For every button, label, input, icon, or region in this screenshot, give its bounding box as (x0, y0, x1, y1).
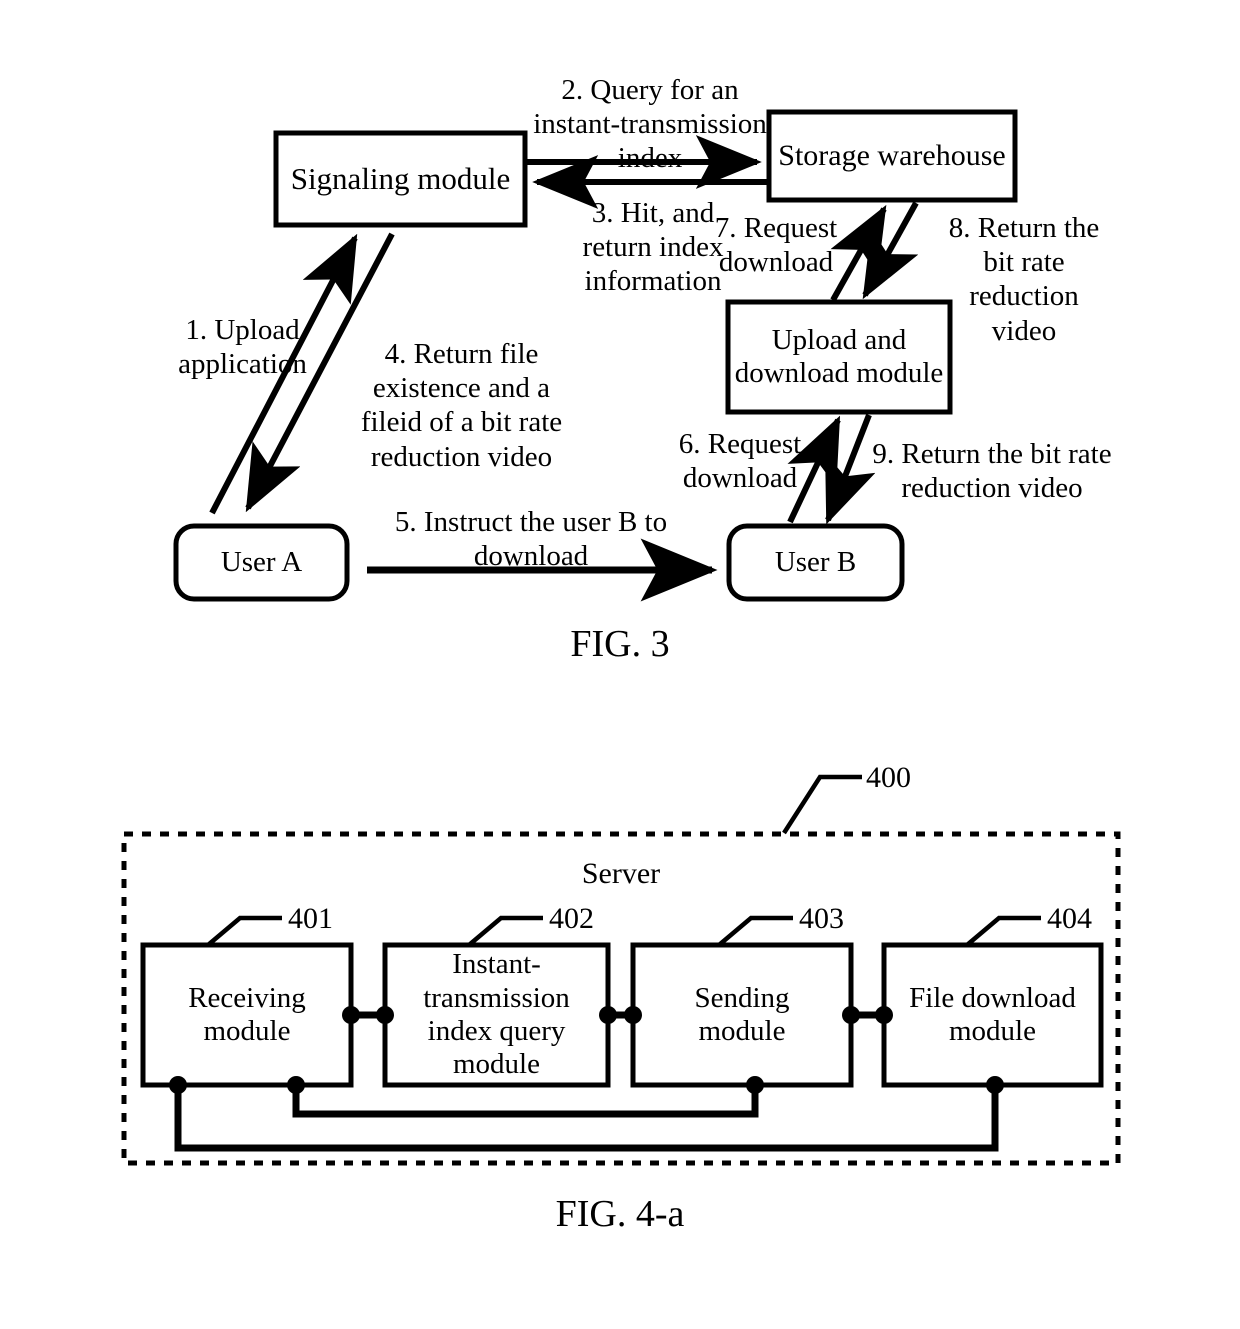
flow-label-step7: 7. Request download (714, 212, 838, 279)
flow-label-step9: 9. Return the bit rate reduction video (872, 438, 1112, 505)
flow-label-step2: 2. Query for an instant-transmission ind… (533, 74, 767, 175)
upload-download-module-label: Upload and download module (734, 323, 944, 389)
flow-label-step5: 5. Instruct the user B to download (394, 506, 668, 573)
sending-module-label: Sending module (694, 981, 790, 1047)
fig3-caption: FIG. 3 (570, 623, 670, 665)
instant-transmission-index-query-module-label: Instant- transmission index query module (423, 948, 570, 1081)
signaling-module-label: Signaling module (290, 161, 511, 197)
ref-number-404: 404 (1047, 902, 1092, 935)
arrow-step8 (862, 201, 919, 300)
ref-number-402: 402 (549, 902, 594, 935)
user-a-label: User A (220, 545, 303, 578)
flow-label-step4: 4. Return file existence and a fileid of… (360, 338, 563, 473)
file-download-module-label: File download module (909, 981, 1076, 1047)
ref-number-400: 400 (866, 761, 911, 794)
receiving-module-label: Receiving module (188, 981, 306, 1047)
ref-number-401: 401 (288, 902, 333, 935)
flow-label-step8: 8. Return the bit rate reduction video (948, 212, 1100, 347)
flow-label-step1: 1. Upload application (178, 314, 307, 381)
ref-number-403: 403 (799, 902, 844, 935)
fig4a-caption: FIG. 4-a (555, 1193, 685, 1235)
storage-warehouse-label: Storage warehouse (778, 138, 1006, 172)
flow-label-step6: 6. Request download (678, 428, 802, 495)
server-label: Server (581, 857, 661, 890)
user-b-label: User B (774, 545, 857, 578)
leader-400 (782, 774, 862, 835)
